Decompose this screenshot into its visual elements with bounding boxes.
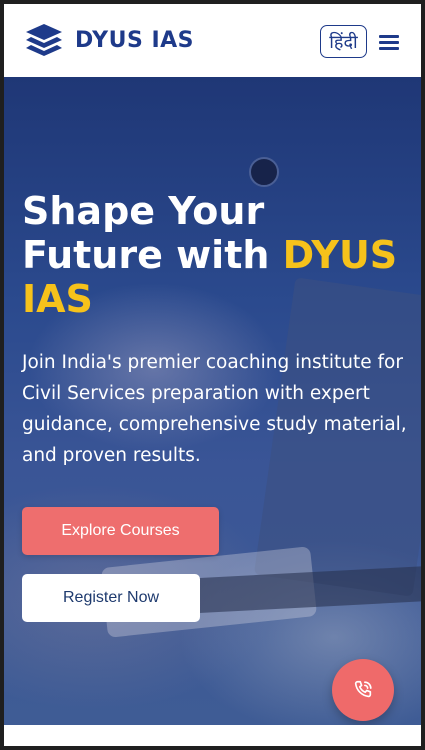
hero-section: Shape Your Future with DYUS IAS Join Ind… [4, 77, 421, 725]
page-frame: DYUS IAS हिंदी Shape Your Future with DY… [4, 4, 421, 746]
next-section-edge [4, 725, 421, 746]
hero-title-accent: IAS [22, 277, 93, 321]
language-toggle-button[interactable]: हिंदी [320, 25, 367, 58]
brand-name[interactable]: DYUS IAS [75, 28, 194, 53]
register-now-button[interactable]: Register Now [22, 574, 200, 622]
phone-call-icon [354, 680, 372, 698]
hero-description: Join India's premier coaching institute … [22, 352, 407, 466]
hero-title-line2: Future with [22, 233, 283, 277]
scroll-indicator-dot [249, 157, 279, 187]
stacked-layers-icon[interactable] [25, 23, 63, 59]
hero-title-accent: DYUS [282, 233, 398, 277]
explore-courses-button[interactable]: Explore Courses [22, 507, 219, 555]
call-button[interactable] [332, 659, 394, 721]
hero-title-line1: Shape Your [22, 189, 265, 233]
site-header: DYUS IAS हिंदी [4, 4, 421, 77]
hero-title: Shape Your Future with DYUS IAS [22, 189, 412, 321]
hamburger-menu-icon[interactable] [379, 33, 401, 51]
